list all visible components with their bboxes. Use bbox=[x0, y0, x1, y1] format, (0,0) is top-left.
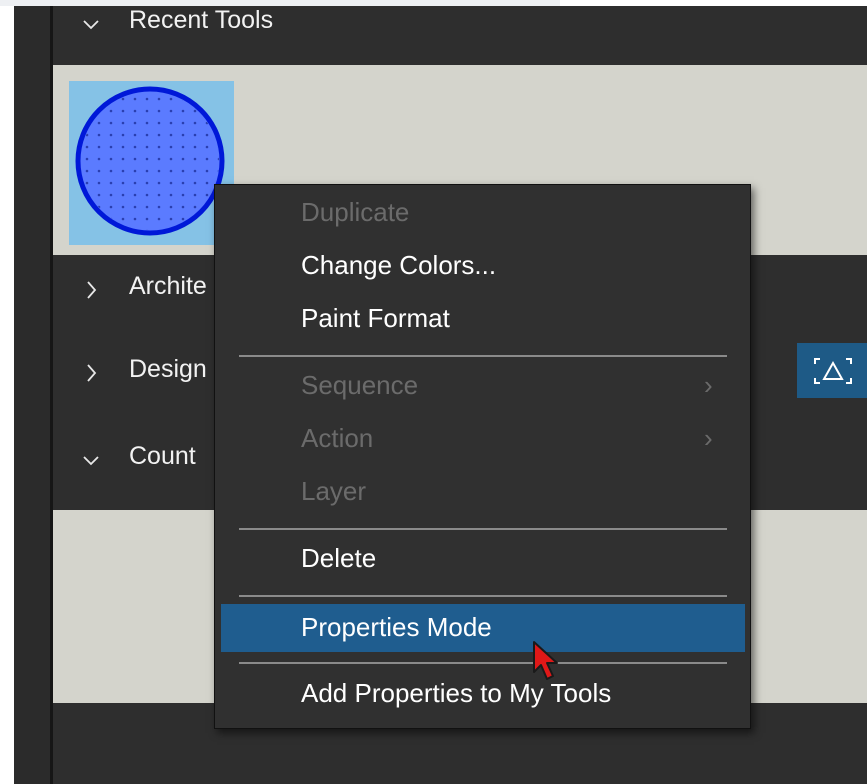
left-rail bbox=[0, 0, 14, 784]
chevron-down-icon bbox=[81, 6, 101, 53]
menu-separator bbox=[239, 355, 727, 357]
fit-to-screen-icon bbox=[814, 358, 852, 384]
section-label: Design bbox=[129, 355, 207, 383]
menu-item-sequence[interactable]: Sequence › bbox=[215, 362, 750, 410]
recent-tool-circle[interactable] bbox=[69, 81, 234, 245]
menu-item-add-properties-to-my-tools[interactable]: Add Properties to My Tools bbox=[215, 670, 750, 718]
menu-separator bbox=[239, 595, 727, 597]
chevron-right-icon bbox=[81, 272, 101, 319]
mouse-cursor-icon bbox=[532, 640, 566, 689]
menu-item-change-colors[interactable]: Change Colors... bbox=[215, 242, 750, 290]
section-label: Archite bbox=[129, 272, 207, 300]
menu-item-paint-format[interactable]: Paint Format bbox=[215, 295, 750, 343]
menu-item-delete[interactable]: Delete bbox=[215, 535, 750, 583]
submenu-arrow-icon: › bbox=[704, 423, 713, 453]
section-header-recent-tools[interactable]: Recent Tools bbox=[53, 6, 867, 64]
circle-tool-icon bbox=[75, 86, 225, 236]
chevron-right-icon bbox=[81, 355, 101, 402]
left-gutter bbox=[14, 0, 50, 784]
menu-separator bbox=[239, 528, 727, 530]
section-label: Recent Tools bbox=[129, 6, 274, 34]
context-menu: Duplicate Change Colors... Paint Format … bbox=[214, 184, 751, 729]
chevron-down-icon bbox=[81, 442, 101, 489]
fit-to-screen-button[interactable] bbox=[797, 343, 867, 398]
menu-item-properties-mode[interactable]: Properties Mode bbox=[221, 604, 745, 652]
menu-separator bbox=[239, 662, 727, 664]
submenu-arrow-icon: › bbox=[704, 370, 713, 400]
menu-item-action[interactable]: Action › bbox=[215, 415, 750, 463]
menu-item-layer[interactable]: Layer bbox=[215, 468, 750, 516]
section-label: Count bbox=[129, 442, 196, 470]
menu-item-duplicate[interactable]: Duplicate bbox=[215, 189, 750, 237]
